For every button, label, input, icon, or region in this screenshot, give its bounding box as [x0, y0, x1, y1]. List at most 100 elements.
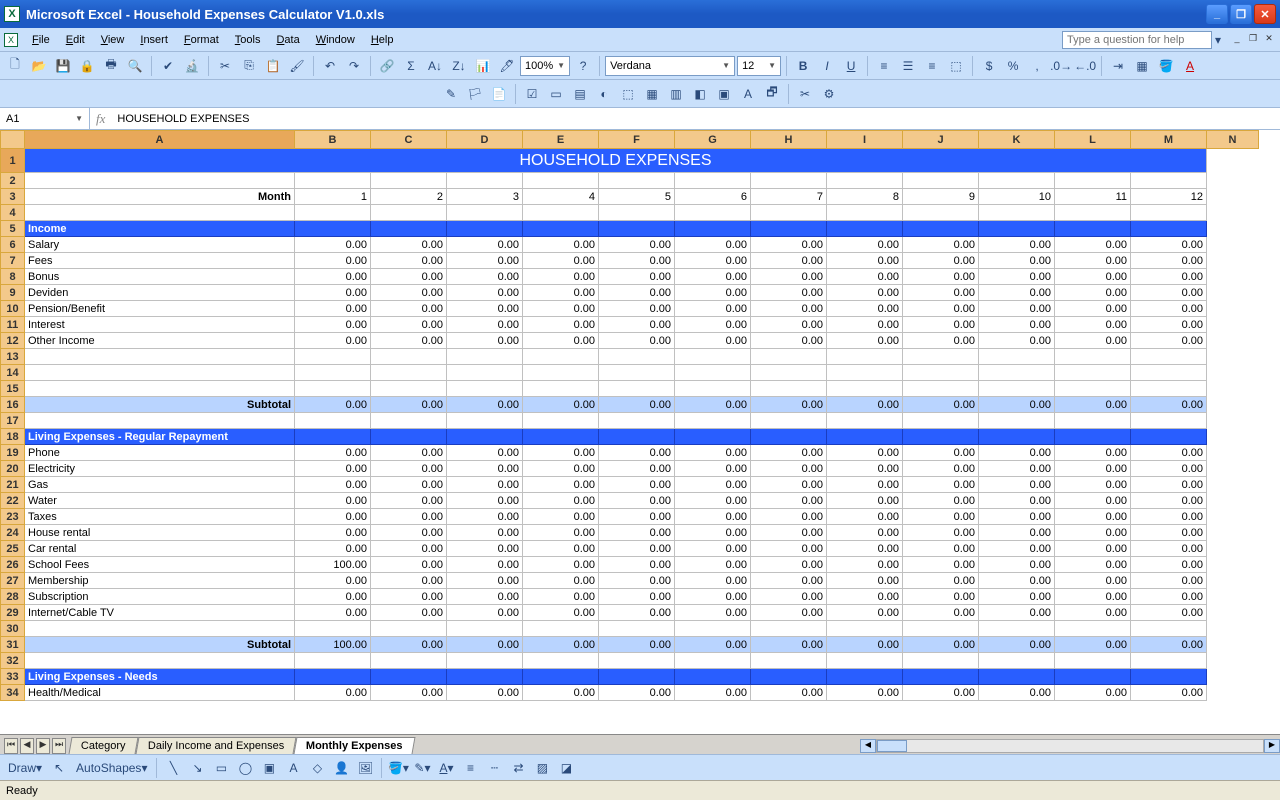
cell[interactable] — [1207, 637, 1259, 653]
row-header[interactable]: 11 — [1, 317, 25, 333]
row-header[interactable]: 9 — [1, 285, 25, 301]
value-cell[interactable]: 0.00 — [1055, 509, 1131, 525]
percent-icon[interactable]: % — [1002, 55, 1024, 77]
cell[interactable] — [1207, 653, 1259, 669]
col-header[interactable]: G — [675, 131, 751, 149]
subtotal-cell[interactable]: 0.00 — [979, 397, 1055, 413]
value-cell[interactable]: 0.00 — [371, 237, 447, 253]
row-header[interactable]: 31 — [1, 637, 25, 653]
cell[interactable] — [1207, 149, 1259, 173]
increase-decimal-icon[interactable]: .0→ — [1050, 55, 1072, 77]
value-cell[interactable]: 0.00 — [599, 605, 675, 621]
value-cell[interactable]: 0.00 — [979, 301, 1055, 317]
value-cell[interactable]: 0.00 — [827, 589, 903, 605]
row-label[interactable]: Phone — [25, 445, 295, 461]
section-header[interactable]: Living Expenses - Regular Repayment — [25, 429, 295, 445]
cell[interactable] — [1055, 653, 1131, 669]
row-label[interactable]: Water — [25, 493, 295, 509]
value-cell[interactable]: 0.00 — [523, 605, 599, 621]
menu-window[interactable]: Window — [308, 31, 363, 49]
cell[interactable] — [751, 365, 827, 381]
value-cell[interactable]: 0.00 — [447, 461, 523, 477]
row-label[interactable]: Subscription — [25, 589, 295, 605]
col-header[interactable]: L — [1055, 131, 1131, 149]
tool-icon[interactable]: ▭ — [545, 83, 567, 105]
help-dropdown-icon[interactable]: ▾ — [1212, 29, 1224, 51]
tool-icon[interactable]: ▤ — [569, 83, 591, 105]
value-cell[interactable]: 0.00 — [827, 269, 903, 285]
cell[interactable] — [1055, 413, 1131, 429]
italic-icon[interactable]: I — [816, 55, 838, 77]
value-cell[interactable]: 0.00 — [523, 285, 599, 301]
menu-data[interactable]: Data — [268, 31, 307, 49]
value-cell[interactable]: 0.00 — [599, 269, 675, 285]
cell[interactable] — [1207, 685, 1259, 701]
value-cell[interactable]: 0.00 — [751, 493, 827, 509]
value-cell[interactable]: 0.00 — [371, 541, 447, 557]
cell[interactable] — [1207, 253, 1259, 269]
col-header[interactable]: E — [523, 131, 599, 149]
col-header[interactable]: F — [599, 131, 675, 149]
cell[interactable] — [371, 349, 447, 365]
value-cell[interactable]: 0.00 — [979, 461, 1055, 477]
cell[interactable] — [827, 621, 903, 637]
cell[interactable] — [25, 653, 295, 669]
row-header[interactable]: 5 — [1, 221, 25, 237]
value-cell[interactable]: 0.00 — [751, 685, 827, 701]
col-header[interactable]: D — [447, 131, 523, 149]
cell[interactable] — [1207, 493, 1259, 509]
cell[interactable] — [523, 413, 599, 429]
col-header[interactable]: I — [827, 131, 903, 149]
col-header[interactable]: N — [1207, 131, 1259, 149]
currency-icon[interactable]: $ — [978, 55, 1000, 77]
cell[interactable] — [903, 173, 979, 189]
value-cell[interactable]: 0.00 — [1055, 333, 1131, 349]
value-cell[interactable]: 0.00 — [1131, 589, 1207, 605]
horizontal-scrollbar[interactable]: ◀ ▶ — [860, 738, 1280, 754]
preview-icon[interactable]: 🔍 — [124, 55, 146, 77]
align-center-icon[interactable]: ☰ — [897, 55, 919, 77]
value-cell[interactable]: 0.00 — [1131, 605, 1207, 621]
sort-desc-icon[interactable]: Z↓ — [448, 55, 470, 77]
value-cell[interactable]: 0.00 — [979, 285, 1055, 301]
value-cell[interactable]: 0.00 — [1131, 237, 1207, 253]
cut-icon[interactable]: ✂ — [214, 55, 236, 77]
value-cell[interactable]: 0.00 — [903, 573, 979, 589]
subtotal-cell[interactable]: 0.00 — [903, 397, 979, 413]
row-header[interactable]: 14 — [1, 365, 25, 381]
row-header[interactable]: 33 — [1, 669, 25, 685]
value-cell[interactable]: 0.00 — [371, 317, 447, 333]
cell[interactable] — [523, 365, 599, 381]
cell[interactable] — [827, 413, 903, 429]
value-cell[interactable]: 0.00 — [903, 317, 979, 333]
subtotal-cell[interactable]: 0.00 — [1055, 397, 1131, 413]
value-cell[interactable]: 0.00 — [903, 301, 979, 317]
cell[interactable] — [903, 669, 979, 685]
value-cell[interactable]: 0.00 — [599, 445, 675, 461]
value-cell[interactable]: 0.00 — [523, 685, 599, 701]
cell[interactable] — [903, 205, 979, 221]
value-cell[interactable]: 0.00 — [1131, 477, 1207, 493]
cell[interactable] — [295, 413, 371, 429]
cell[interactable] — [1207, 557, 1259, 573]
value-cell[interactable]: 0.00 — [371, 285, 447, 301]
cell[interactable] — [599, 669, 675, 685]
row-header[interactable]: 6 — [1, 237, 25, 253]
value-cell[interactable]: 0.00 — [447, 253, 523, 269]
value-cell[interactable]: 0.00 — [599, 589, 675, 605]
subtotal-cell[interactable]: 0.00 — [827, 637, 903, 653]
value-cell[interactable]: 0.00 — [1055, 317, 1131, 333]
textbox-icon[interactable]: ▣ — [258, 757, 280, 779]
minimize-button[interactable]: _ — [1206, 4, 1228, 24]
cell[interactable] — [447, 365, 523, 381]
row-header[interactable]: 25 — [1, 541, 25, 557]
font-combo[interactable]: Verdana▼ — [605, 56, 735, 76]
subtotal-cell[interactable]: 0.00 — [447, 637, 523, 653]
cell[interactable] — [1131, 381, 1207, 397]
borders-icon[interactable]: ▦ — [1131, 55, 1153, 77]
value-cell[interactable]: 0.00 — [599, 285, 675, 301]
cell[interactable] — [1055, 365, 1131, 381]
value-cell[interactable]: 0.00 — [903, 477, 979, 493]
subtotal-cell[interactable]: 0.00 — [371, 397, 447, 413]
value-cell[interactable]: 0.00 — [371, 301, 447, 317]
